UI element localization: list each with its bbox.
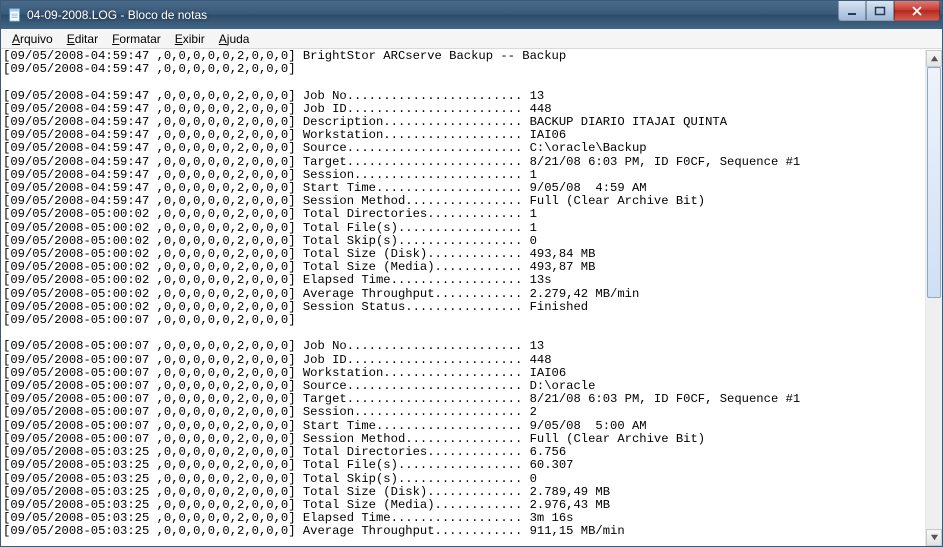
- window-title: 04-09-2008.LOG - Bloco de notas: [27, 8, 838, 22]
- scroll-down-button[interactable]: [926, 529, 942, 546]
- menubar: Arquivo Editar Formatar Exibir Ajuda: [1, 29, 942, 49]
- menu-editar[interactable]: Editar: [60, 31, 105, 47]
- menu-arquivo[interactable]: Arquivo: [5, 31, 60, 47]
- menu-formatar[interactable]: Formatar: [105, 31, 168, 47]
- maximize-button[interactable]: [866, 1, 894, 21]
- vertical-scrollbar[interactable]: [925, 50, 942, 546]
- minimize-button[interactable]: [838, 1, 866, 21]
- app-window: 04-09-2008.LOG - Bloco de notas Arquivo …: [0, 0, 943, 547]
- close-button[interactable]: [894, 1, 940, 21]
- notepad-icon: [7, 7, 23, 23]
- scroll-track[interactable]: [926, 67, 942, 529]
- text-content[interactable]: [09/05/2008-04:59:47 ,0,0,0,0,0,2,0,0,0]…: [1, 50, 925, 546]
- window-controls: [838, 1, 940, 21]
- scroll-thumb[interactable]: [927, 67, 941, 298]
- titlebar[interactable]: 04-09-2008.LOG - Bloco de notas: [1, 1, 942, 29]
- menu-ajuda[interactable]: Ajuda: [212, 31, 257, 47]
- menu-exibir[interactable]: Exibir: [168, 31, 212, 47]
- client-area: [09/05/2008-04:59:47 ,0,0,0,0,0,2,0,0,0]…: [1, 49, 942, 546]
- scroll-up-button[interactable]: [926, 50, 942, 67]
